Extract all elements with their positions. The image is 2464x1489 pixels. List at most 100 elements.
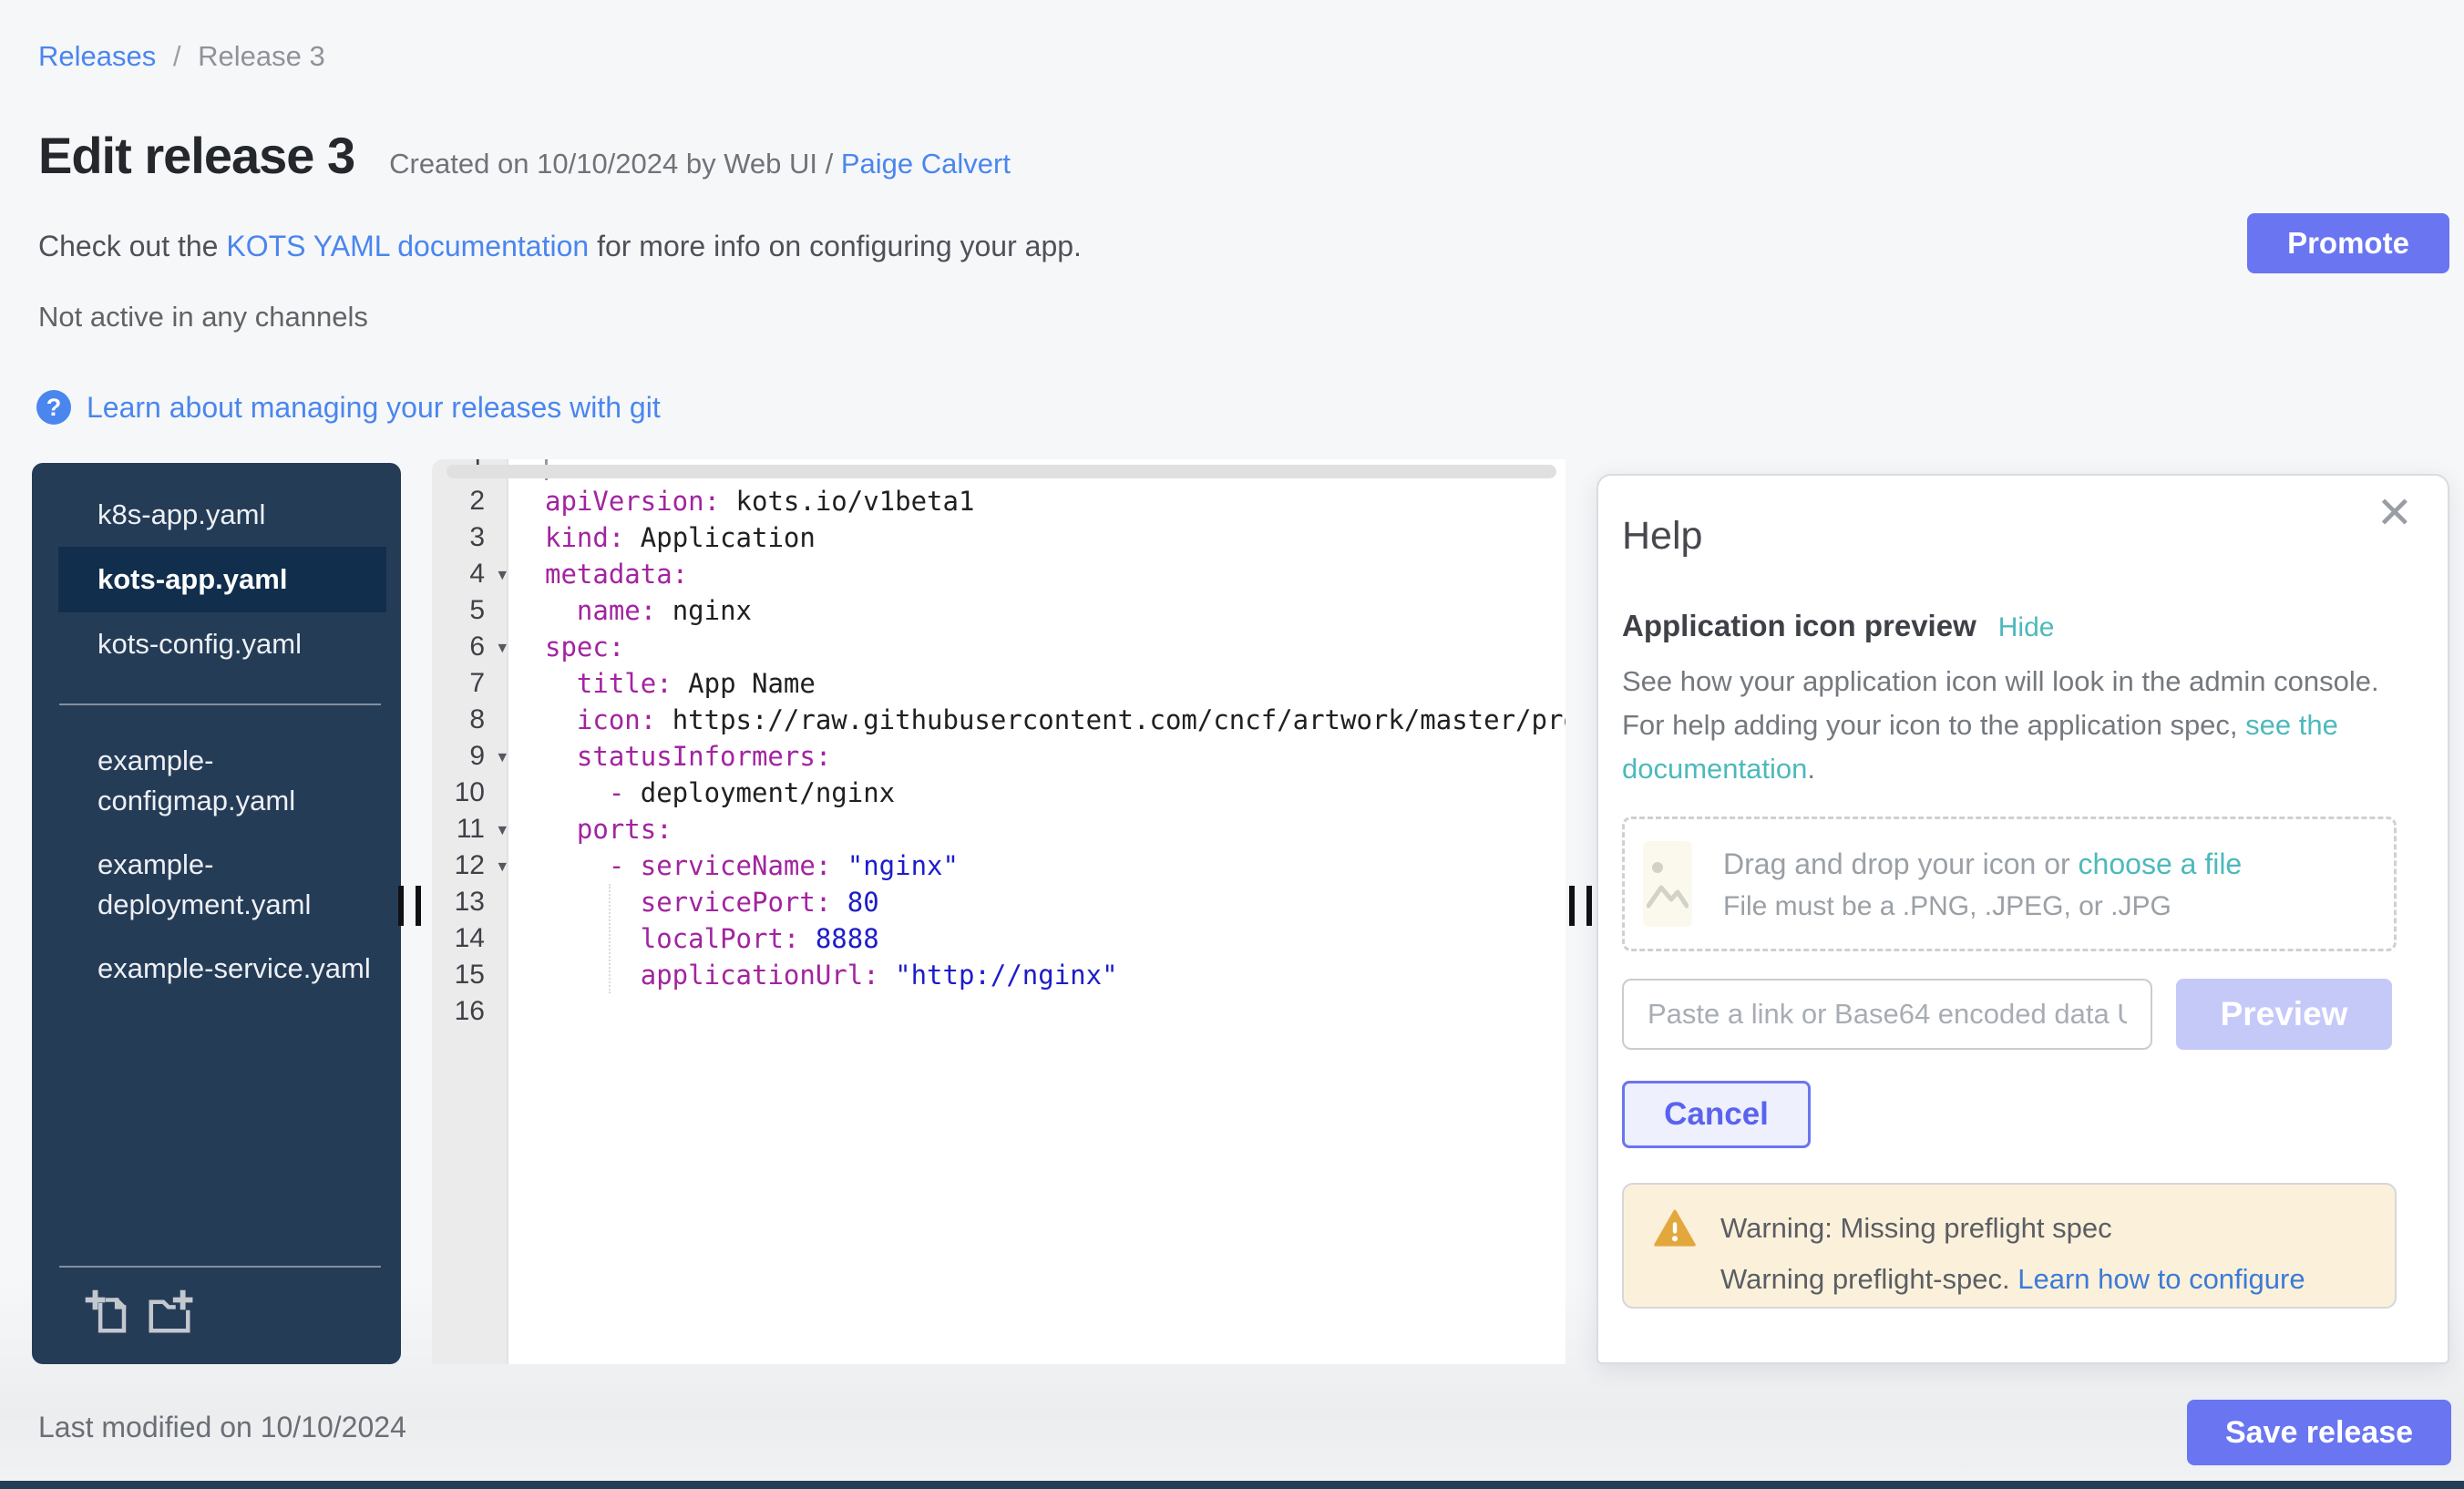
line-number: 2 [432, 486, 508, 517]
image-placeholder-icon [1643, 841, 1692, 927]
fold-arrow-icon[interactable]: ▾ [498, 637, 507, 658]
docs-note-suffix: for more info on configuring your app. [589, 230, 1082, 262]
code-rows: 1---2apiVersion: kots.io/v1beta13kind: A… [432, 459, 1566, 1030]
sidebar-bottom [32, 1266, 401, 1364]
editor-line[interactable]: 13 servicePort: 80 [432, 884, 1566, 920]
file-tree-sidebar: k8s-app.yamlkots-app.yamlkots-config.yam… [32, 463, 401, 1364]
line-number: 5 [432, 595, 508, 626]
editor-line[interactable]: 8 icon: https://raw.githubusercontent.co… [432, 702, 1566, 738]
warning-title: Warning: Missing preflight spec [1720, 1212, 2112, 1245]
line-content: servicePort: 80 [508, 887, 879, 918]
icon-preview-description: See how your application icon will look … [1622, 660, 2404, 791]
file-item[interactable]: example-service.yaml [32, 937, 401, 1001]
icon-url-input[interactable] [1622, 979, 2152, 1050]
save-release-button[interactable]: Save release [2187, 1400, 2451, 1465]
line-content: kind: Application [508, 522, 816, 553]
new-file-icon[interactable] [83, 1288, 132, 1337]
breadcrumb-current: Release 3 [198, 40, 325, 72]
promote-button[interactable]: Promote [2247, 213, 2449, 273]
editor-line[interactable]: 16 [432, 993, 1566, 1030]
hide-link[interactable]: Hide [1998, 612, 2055, 643]
kots-yaml-docs-link[interactable]: KOTS YAML documentation [226, 230, 589, 262]
description-period: . [1807, 753, 1815, 785]
icon-preview-section-title: Application icon preview [1622, 609, 1976, 643]
close-icon[interactable]: ✕ [2377, 492, 2413, 536]
line-number: 11▾ [432, 814, 508, 845]
editor-line[interactable]: 6▾spec: [432, 629, 1566, 665]
help-resize-handle[interactable] [1569, 886, 1592, 926]
preflight-warning: Warning: Missing preflight spec Warning … [1622, 1183, 2397, 1309]
line-number: 12▾ [432, 850, 508, 881]
line-content: spec: [508, 632, 624, 662]
warning-triangle-icon [1651, 1207, 1699, 1250]
fold-arrow-icon[interactable]: ▾ [498, 856, 507, 877]
editor-line[interactable]: 12▾ - serviceName: "nginx" [432, 847, 1566, 884]
breadcrumb-releases-link[interactable]: Releases [38, 40, 156, 72]
last-modified-text: Last modified on 10/10/2024 [38, 1411, 406, 1444]
editor-line[interactable]: 5 name: nginx [432, 592, 1566, 629]
docs-note: Check out the KOTS YAML documentation fo… [38, 230, 1082, 263]
author-link[interactable]: Paige Calvert [841, 148, 1011, 180]
fold-arrow-icon[interactable]: ▾ [498, 746, 507, 767]
editor-line[interactable]: 15 applicationUrl: "http://nginx" [432, 957, 1566, 993]
channel-status: Not active in any channels [38, 301, 368, 334]
file-group-top: k8s-app.yamlkots-app.yamlkots-config.yam… [32, 463, 401, 676]
breadcrumb: Releases / Release 3 [38, 40, 325, 73]
warning-configure-link[interactable]: Learn how to configure [2017, 1263, 2305, 1295]
editor-line[interactable]: 9▾ statusInformers: [432, 738, 1566, 775]
file-item[interactable]: k8s-app.yaml [32, 483, 401, 547]
dropzone-text: Drag and drop your icon or [1723, 847, 2079, 880]
created-label: Created on 10/10/2024 by Web UI / [389, 148, 833, 180]
editor-line[interactable]: 10 - deployment/nginx [432, 775, 1566, 811]
preview-button[interactable]: Preview [2176, 979, 2392, 1050]
sidebar-bottom-divider [59, 1266, 381, 1268]
file-item[interactable]: example-deployment.yaml [32, 833, 401, 937]
editor-line[interactable]: 7 title: App Name [432, 665, 1566, 702]
line-number: 14 [432, 923, 508, 954]
line-content: statusInformers: [508, 741, 831, 772]
line-content: metadata: [508, 559, 688, 590]
breadcrumb-separator: / [173, 40, 181, 72]
line-content: title: App Name [508, 668, 816, 699]
sidebar-resize-handle[interactable] [398, 886, 421, 926]
editor-horizontal-scrollbar[interactable] [447, 465, 1556, 478]
line-content: localPort: 8888 [508, 923, 879, 954]
git-help-label: Learn about managing your releases with … [87, 391, 661, 425]
fold-arrow-icon[interactable]: ▾ [498, 564, 507, 585]
line-content: applicationUrl: "http://nginx" [508, 960, 1118, 991]
help-panel: ✕ Help Application icon preview Hide See… [1596, 474, 2449, 1364]
new-folder-icon[interactable] [145, 1288, 194, 1337]
editor-line[interactable]: 2apiVersion: kots.io/v1beta1 [432, 483, 1566, 519]
line-content: apiVersion: kots.io/v1beta1 [508, 486, 974, 517]
line-content: - deployment/nginx [508, 777, 895, 808]
file-group-bottom: example-configmap.yamlexample-deployment… [32, 729, 401, 1001]
line-number: 4▾ [432, 559, 508, 590]
line-number: 15 [432, 960, 508, 991]
line-number: 8 [432, 704, 508, 735]
line-content: - serviceName: "nginx" [508, 850, 959, 881]
line-number: 13 [432, 887, 508, 918]
bottom-accent-strip [0, 1481, 2464, 1489]
file-item[interactable]: kots-app.yaml [58, 547, 386, 612]
file-item[interactable]: example-configmap.yaml [32, 729, 401, 833]
title-row: Edit release 3 Created on 10/10/2024 by … [38, 126, 1011, 185]
warning-body: Warning preflight-spec. Learn how to con… [1720, 1263, 2369, 1296]
editor-line[interactable]: 14 localPort: 8888 [432, 920, 1566, 957]
warning-body-text: Warning preflight-spec. [1720, 1263, 2017, 1295]
line-content: icon: https://raw.githubusercontent.com/… [508, 704, 1566, 735]
choose-file-link[interactable]: choose a file [2079, 847, 2243, 880]
file-item[interactable]: kots-config.yaml [32, 612, 401, 676]
cancel-button[interactable]: Cancel [1622, 1081, 1811, 1148]
editor-line[interactable]: 4▾metadata: [432, 556, 1566, 592]
created-text: Created on 10/10/2024 by Web UI / Paige … [389, 148, 1011, 180]
icon-dropzone[interactable]: Drag and drop your icon or choose a file… [1622, 816, 2397, 951]
line-number: 9▾ [432, 741, 508, 772]
yaml-editor[interactable]: 1---2apiVersion: kots.io/v1beta13kind: A… [432, 459, 1566, 1364]
line-content: name: nginx [508, 595, 752, 626]
line-number: 16 [432, 996, 508, 1027]
help-title: Help [1622, 514, 2397, 558]
editor-line[interactable]: 3kind: Application [432, 519, 1566, 556]
editor-line[interactable]: 11▾ ports: [432, 811, 1566, 847]
git-help-link[interactable]: ? Learn about managing your releases wit… [36, 390, 661, 425]
fold-arrow-icon[interactable]: ▾ [498, 819, 507, 840]
